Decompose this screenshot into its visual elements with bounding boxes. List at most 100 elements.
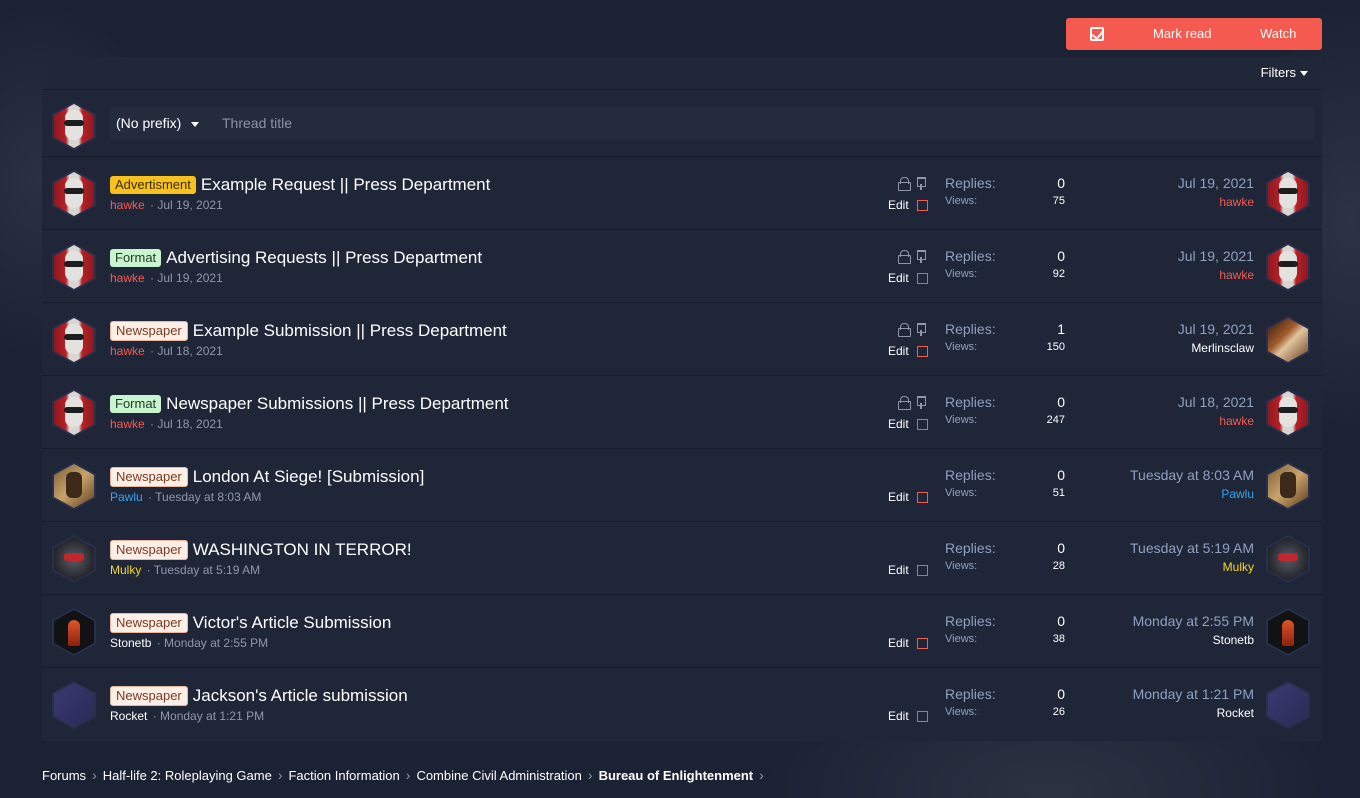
breadcrumb-item[interactable]: Bureau of Enlightenment [599,768,754,783]
replies-count: 0 [1057,248,1065,264]
thread-start-date[interactable]: Jul 19, 2021 [157,198,222,212]
last-post-user[interactable]: hawke [1178,414,1254,428]
thread-title-link[interactable]: Jackson's Article submission [193,686,408,706]
last-post-date[interactable]: Jul 18, 2021 [1178,394,1254,410]
thread-author-link[interactable]: Mulky [110,563,141,577]
thread-row: Newspaper Victor's Article Submission St… [42,595,1322,668]
last-post-user[interactable]: Mulky [1130,560,1254,574]
edit-link[interactable]: Edit [888,271,909,285]
avatar[interactable] [1266,389,1310,437]
select-checkbox[interactable] [916,345,928,357]
avatar[interactable] [52,102,96,150]
avatar[interactable] [52,535,96,583]
select-checkbox[interactable] [916,710,928,722]
watch-button[interactable]: Watch [1260,26,1296,41]
avatar[interactable] [1266,243,1310,291]
thread-author-link[interactable]: hawke [110,198,145,212]
thread-prefix-label[interactable]: Newspaper [110,467,188,487]
thread-title-link[interactable]: Victor's Article Submission [193,613,392,633]
thread-author-link[interactable]: Stonetb [110,636,151,650]
avatar[interactable] [52,608,96,656]
edit-link[interactable]: Edit [888,417,909,431]
mark-read-button[interactable]: Mark read [1153,26,1212,41]
thread-row: Newspaper WASHINGTON IN TERROR! Mulky · … [42,522,1322,595]
prefix-select[interactable]: (No prefix) [110,106,214,140]
edit-link[interactable]: Edit [888,490,909,504]
breadcrumb-item[interactable]: Combine Civil Administration [416,768,581,783]
thread-title-link[interactable]: Example Submission || Press Department [193,321,507,341]
thread-author-link[interactable]: Pawlu [110,490,143,504]
last-post-user[interactable]: Merlinsclaw [1178,341,1254,355]
thread-author-link[interactable]: hawke [110,417,145,431]
thread-title-link[interactable]: London At Siege! [Submission] [193,467,425,487]
thread-start-date[interactable]: Tuesday at 8:03 AM [155,490,261,504]
filters-button[interactable]: Filters [1261,65,1308,80]
thread-prefix-label[interactable]: Format [110,249,162,267]
last-post-date[interactable]: Jul 19, 2021 [1178,175,1254,191]
last-post-user[interactable]: Rocket [1133,706,1254,720]
avatar[interactable] [52,316,96,364]
thread-start-date[interactable]: Jul 18, 2021 [157,417,222,431]
breadcrumb-item[interactable]: Forums [42,768,86,783]
select-checkbox[interactable] [916,491,928,503]
last-post-user[interactable]: hawke [1178,268,1254,282]
thread-start-date[interactable]: Monday at 2:55 PM [164,636,268,650]
avatar[interactable] [1266,681,1310,729]
edit-link[interactable]: Edit [888,344,909,358]
avatar[interactable] [52,681,96,729]
avatar[interactable] [52,389,96,437]
thread-title-link[interactable]: Example Request || Press Department [201,175,490,195]
thread-title-input[interactable] [214,106,1314,140]
select-checkbox[interactable] [916,564,928,576]
breadcrumb-item[interactable]: Half-life 2: Roleplaying Game [103,768,272,783]
avatar[interactable] [52,170,96,218]
thread-prefix-label[interactable]: Newspaper [110,613,188,633]
last-post-date[interactable]: Monday at 2:55 PM [1133,613,1254,629]
last-post-date[interactable]: Jul 19, 2021 [1178,248,1254,264]
avatar[interactable] [52,462,96,510]
edit-link[interactable]: Edit [888,709,909,723]
thread-row: Newspaper Example Submission || Press De… [42,303,1322,376]
edit-link[interactable]: Edit [888,636,909,650]
last-post-user[interactable]: Pawlu [1130,487,1254,501]
thread-start-date[interactable]: Monday at 1:21 PM [160,709,264,723]
replies-count: 0 [1057,394,1065,410]
select-checkbox[interactable] [916,418,928,430]
breadcrumb-item[interactable]: Faction Information [288,768,399,783]
thread-prefix-label[interactable]: Newspaper [110,686,188,706]
edit-link[interactable]: Edit [888,563,909,577]
select-checkbox[interactable] [916,272,928,284]
avatar[interactable] [52,243,96,291]
last-post-date[interactable]: Jul 19, 2021 [1178,321,1254,337]
thread-start-date[interactable]: Tuesday at 5:19 AM [154,563,260,577]
thread-author-link[interactable]: Rocket [110,709,147,723]
avatar[interactable] [1266,170,1310,218]
thread-stats: Replies: 0 Views: 28 [945,540,1065,572]
thread-prefix-label[interactable]: Format [110,395,162,413]
avatar[interactable] [1266,535,1310,583]
last-post-date[interactable]: Monday at 1:21 PM [1133,686,1254,702]
thread-author-link[interactable]: hawke [110,271,145,285]
thread-author-link[interactable]: hawke [110,344,145,358]
thread-title-link[interactable]: WASHINGTON IN TERROR! [193,540,412,560]
thread-title-link[interactable]: Newspaper Submissions || Press Departmen… [166,394,508,414]
avatar[interactable] [1266,316,1310,364]
avatar[interactable] [1266,608,1310,656]
thread-title-line: Format Advertising Requests || Press Dep… [110,248,482,268]
thread-prefix-label[interactable]: Advertisment [110,176,196,194]
check-square-icon[interactable] [1090,27,1104,41]
thread-latest: Jul 19, 2021 hawke [1178,175,1254,209]
avatar[interactable] [1266,462,1310,510]
select-checkbox[interactable] [916,199,928,211]
thread-title-link[interactable]: Advertising Requests || Press Department [166,248,482,268]
last-post-user[interactable]: Stonetb [1133,633,1254,647]
thread-start-date[interactable]: Jul 19, 2021 [157,271,222,285]
last-post-user[interactable]: hawke [1178,195,1254,209]
edit-link[interactable]: Edit [888,198,909,212]
thread-prefix-label[interactable]: Newspaper [110,321,188,341]
thread-prefix-label[interactable]: Newspaper [110,540,188,560]
select-checkbox[interactable] [916,637,928,649]
last-post-date[interactable]: Tuesday at 8:03 AM [1130,467,1254,483]
last-post-date[interactable]: Tuesday at 5:19 AM [1130,540,1254,556]
thread-start-date[interactable]: Jul 18, 2021 [157,344,222,358]
